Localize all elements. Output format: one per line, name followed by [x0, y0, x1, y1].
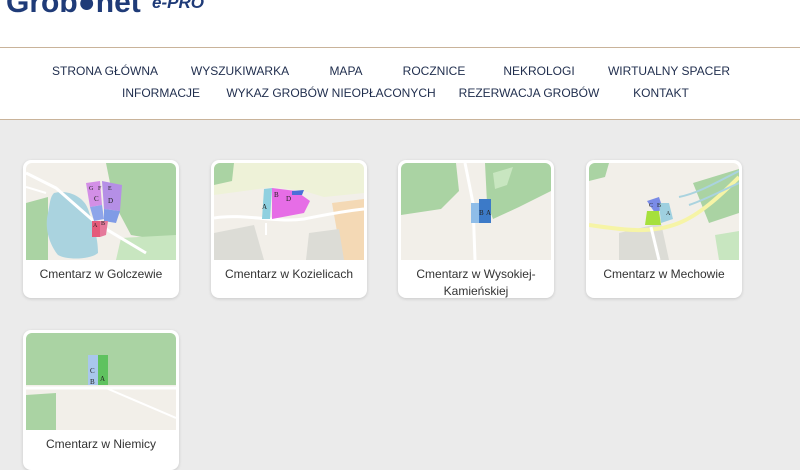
nav-item-home[interactable]: STRONA GŁÓWNA	[52, 64, 158, 78]
cemetery-name[interactable]: Cmentarz w Golczewie	[23, 266, 179, 283]
nav-row-2: INFORMACJE WYKAZ GROBÓW NIEOPŁACONYCH RE…	[0, 86, 800, 106]
section-label: G	[89, 186, 94, 192]
logo-subtitle: e-PRO	[152, 0, 204, 12]
cemetery-map-thumbnail[interactable]: B D A	[214, 163, 364, 260]
section-label: A	[486, 209, 491, 217]
nav-item-map[interactable]: MAPA	[329, 64, 362, 78]
section-label: C	[649, 203, 653, 209]
cemetery-card[interactable]: C B A Cmentarz w Mechowie	[586, 160, 742, 298]
cemetery-name[interactable]: Cmentarz w Wysokiej-Kamieńskiej	[398, 266, 554, 298]
cemetery-card[interactable]: C B A Cmentarz w Niemicy	[23, 330, 179, 470]
cemetery-name[interactable]: Cmentarz w Kozielicach	[211, 266, 367, 283]
cemetery-map-thumbnail[interactable]: C B A	[26, 333, 176, 430]
cemetery-name[interactable]: Cmentarz w Mechowie	[586, 266, 742, 283]
cemetery-map-thumbnail[interactable]: C B A	[589, 163, 739, 260]
section-label: A	[262, 203, 267, 211]
nav-item-grave-reservation[interactable]: REZERWACJA GROBÓW	[459, 86, 600, 100]
main-navigation: STRONA GŁÓWNA WYSZUKIWARKA MAPA ROCZNICE…	[0, 48, 800, 120]
section-label: B	[90, 378, 95, 386]
nav-item-information[interactable]: INFORMACJE	[122, 86, 200, 100]
section-label: D	[108, 197, 113, 205]
cemetery-card[interactable]: G F E C D A B Cmentarz w Golczewie	[23, 160, 179, 298]
section-label: B	[479, 209, 484, 217]
nav-row-1: STRONA GŁÓWNA WYSZUKIWARKA MAPA ROCZNICE…	[0, 64, 800, 84]
section-label: A	[100, 375, 105, 383]
section-label: B	[657, 203, 661, 209]
section-label: C	[94, 195, 99, 203]
logo-text: Grob●net	[6, 0, 141, 19]
section-label: E	[108, 186, 112, 192]
section-label: A	[666, 211, 671, 217]
section-label: D	[286, 195, 291, 203]
cemetery-map-thumbnail[interactable]: G F E C D A B	[26, 163, 176, 260]
nav-item-obituaries[interactable]: NEKROLOGI	[503, 64, 574, 78]
section-label: B	[101, 221, 105, 227]
header-bar: Grob●net e-PRO	[0, 0, 800, 48]
section-label: A	[93, 223, 98, 229]
section-label: B	[274, 191, 279, 199]
nav-item-anniversaries[interactable]: ROCZNICE	[403, 64, 466, 78]
site-logo[interactable]: Grob●net	[6, 0, 141, 20]
nav-item-search[interactable]: WYSZUKIWARKA	[191, 64, 289, 78]
cemetery-card[interactable]: B D A Cmentarz w Kozielicach	[211, 160, 367, 298]
nav-item-contact[interactable]: KONTAKT	[633, 86, 689, 100]
section-label: C	[90, 367, 95, 375]
cemetery-map-thumbnail[interactable]: B A	[401, 163, 551, 260]
nav-item-virtual-tour[interactable]: WIRTUALNY SPACER	[608, 64, 730, 78]
cemetery-card[interactable]: B A Cmentarz w Wysokiej-Kamieńskiej	[398, 160, 554, 298]
nav-item-unpaid-graves[interactable]: WYKAZ GROBÓW NIEOPŁACONYCH	[226, 86, 435, 100]
